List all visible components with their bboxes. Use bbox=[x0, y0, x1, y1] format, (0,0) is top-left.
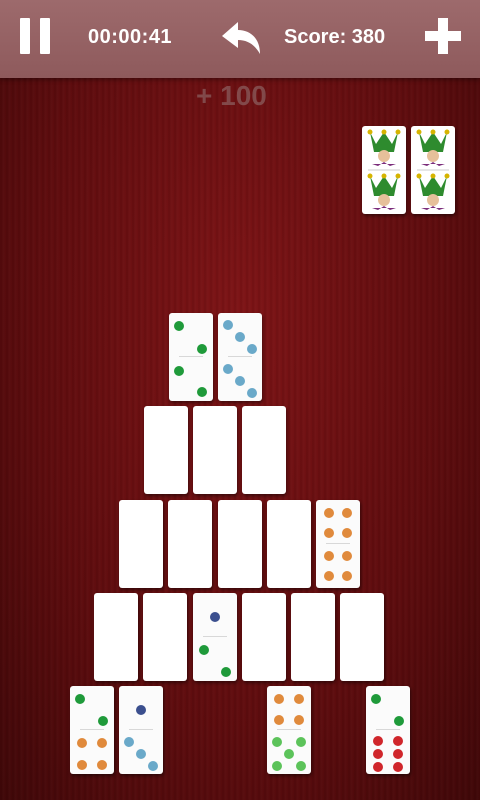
pip bbox=[324, 571, 334, 581]
jester-icon bbox=[367, 129, 401, 166]
facedown-tile[interactable] bbox=[144, 406, 188, 494]
pip bbox=[393, 736, 403, 746]
domino-tile[interactable] bbox=[366, 686, 410, 774]
pip bbox=[97, 738, 107, 748]
tile-divider bbox=[129, 729, 153, 730]
pip bbox=[274, 694, 284, 704]
tile-divider bbox=[203, 636, 227, 637]
pip bbox=[197, 344, 207, 354]
jester-tile[interactable] bbox=[411, 126, 455, 214]
pip bbox=[342, 571, 352, 581]
pip bbox=[75, 694, 85, 704]
pip bbox=[294, 694, 304, 704]
pip bbox=[235, 332, 245, 342]
pip bbox=[148, 761, 158, 771]
pip bbox=[77, 738, 87, 748]
pip bbox=[98, 716, 108, 726]
pip bbox=[394, 716, 404, 726]
pip bbox=[136, 749, 146, 759]
pip bbox=[97, 760, 107, 770]
pip bbox=[342, 528, 352, 538]
bonus-points: + 100 bbox=[196, 80, 267, 111]
pause-icon[interactable] bbox=[18, 18, 54, 54]
pip bbox=[284, 749, 294, 759]
pip bbox=[174, 321, 184, 331]
pip bbox=[174, 366, 184, 376]
pip bbox=[199, 645, 209, 655]
facedown-tile[interactable] bbox=[242, 593, 286, 681]
pip bbox=[371, 694, 381, 704]
pip bbox=[393, 749, 403, 759]
pip bbox=[77, 760, 87, 770]
domino-tile[interactable] bbox=[267, 686, 311, 774]
pip bbox=[272, 737, 282, 747]
facedown-tile[interactable] bbox=[242, 406, 286, 494]
pip bbox=[223, 320, 233, 330]
facedown-tile[interactable] bbox=[119, 500, 163, 588]
facedown-tile[interactable] bbox=[143, 593, 187, 681]
pip bbox=[373, 736, 383, 746]
pip bbox=[223, 364, 233, 374]
pip bbox=[324, 551, 334, 561]
pip bbox=[136, 705, 146, 715]
domino-tile[interactable] bbox=[119, 686, 163, 774]
pip bbox=[373, 762, 383, 772]
pip bbox=[247, 388, 257, 398]
tile-divider bbox=[277, 729, 301, 730]
domino-tile[interactable] bbox=[169, 313, 213, 401]
pip bbox=[235, 376, 245, 386]
pip bbox=[197, 387, 207, 397]
plus-bar-v bbox=[438, 18, 448, 54]
pip bbox=[274, 715, 284, 725]
plus-icon[interactable] bbox=[425, 18, 461, 54]
pip bbox=[221, 667, 231, 677]
pip bbox=[342, 508, 352, 518]
pip bbox=[294, 715, 304, 725]
undo-arrow-icon[interactable] bbox=[218, 18, 264, 58]
pip bbox=[296, 737, 306, 747]
tile-divider bbox=[228, 356, 252, 357]
pause-bar-left bbox=[20, 18, 30, 54]
timer: 00:00:41 bbox=[88, 26, 173, 48]
facedown-tile[interactable] bbox=[168, 500, 212, 588]
pip bbox=[272, 761, 282, 771]
tile-divider bbox=[179, 356, 203, 357]
pip bbox=[124, 737, 134, 747]
tile-divider bbox=[376, 729, 400, 730]
pause-bar-right bbox=[40, 18, 50, 54]
pip bbox=[296, 761, 306, 771]
facedown-tile[interactable] bbox=[291, 593, 335, 681]
pip bbox=[342, 551, 352, 561]
tile-divider bbox=[326, 543, 350, 544]
tile-divider bbox=[80, 729, 104, 730]
facedown-tile[interactable] bbox=[340, 593, 384, 681]
domino-tile[interactable] bbox=[70, 686, 114, 774]
facedown-tile[interactable] bbox=[218, 500, 262, 588]
pip bbox=[324, 508, 334, 518]
top-bar: 00:00:41 Score: 380 bbox=[0, 0, 480, 78]
jester-tile[interactable] bbox=[362, 126, 406, 214]
pip bbox=[324, 528, 334, 538]
facedown-tile[interactable] bbox=[193, 406, 237, 494]
domino-tile[interactable] bbox=[218, 313, 262, 401]
pip bbox=[373, 749, 383, 759]
facedown-tile[interactable] bbox=[94, 593, 138, 681]
pip bbox=[247, 344, 257, 354]
facedown-tile[interactable] bbox=[267, 500, 311, 588]
pip bbox=[393, 762, 403, 772]
pip bbox=[210, 612, 220, 622]
domino-tile[interactable] bbox=[316, 500, 360, 588]
domino-tile[interactable] bbox=[193, 593, 237, 681]
score: Score: 380 bbox=[284, 26, 386, 48]
